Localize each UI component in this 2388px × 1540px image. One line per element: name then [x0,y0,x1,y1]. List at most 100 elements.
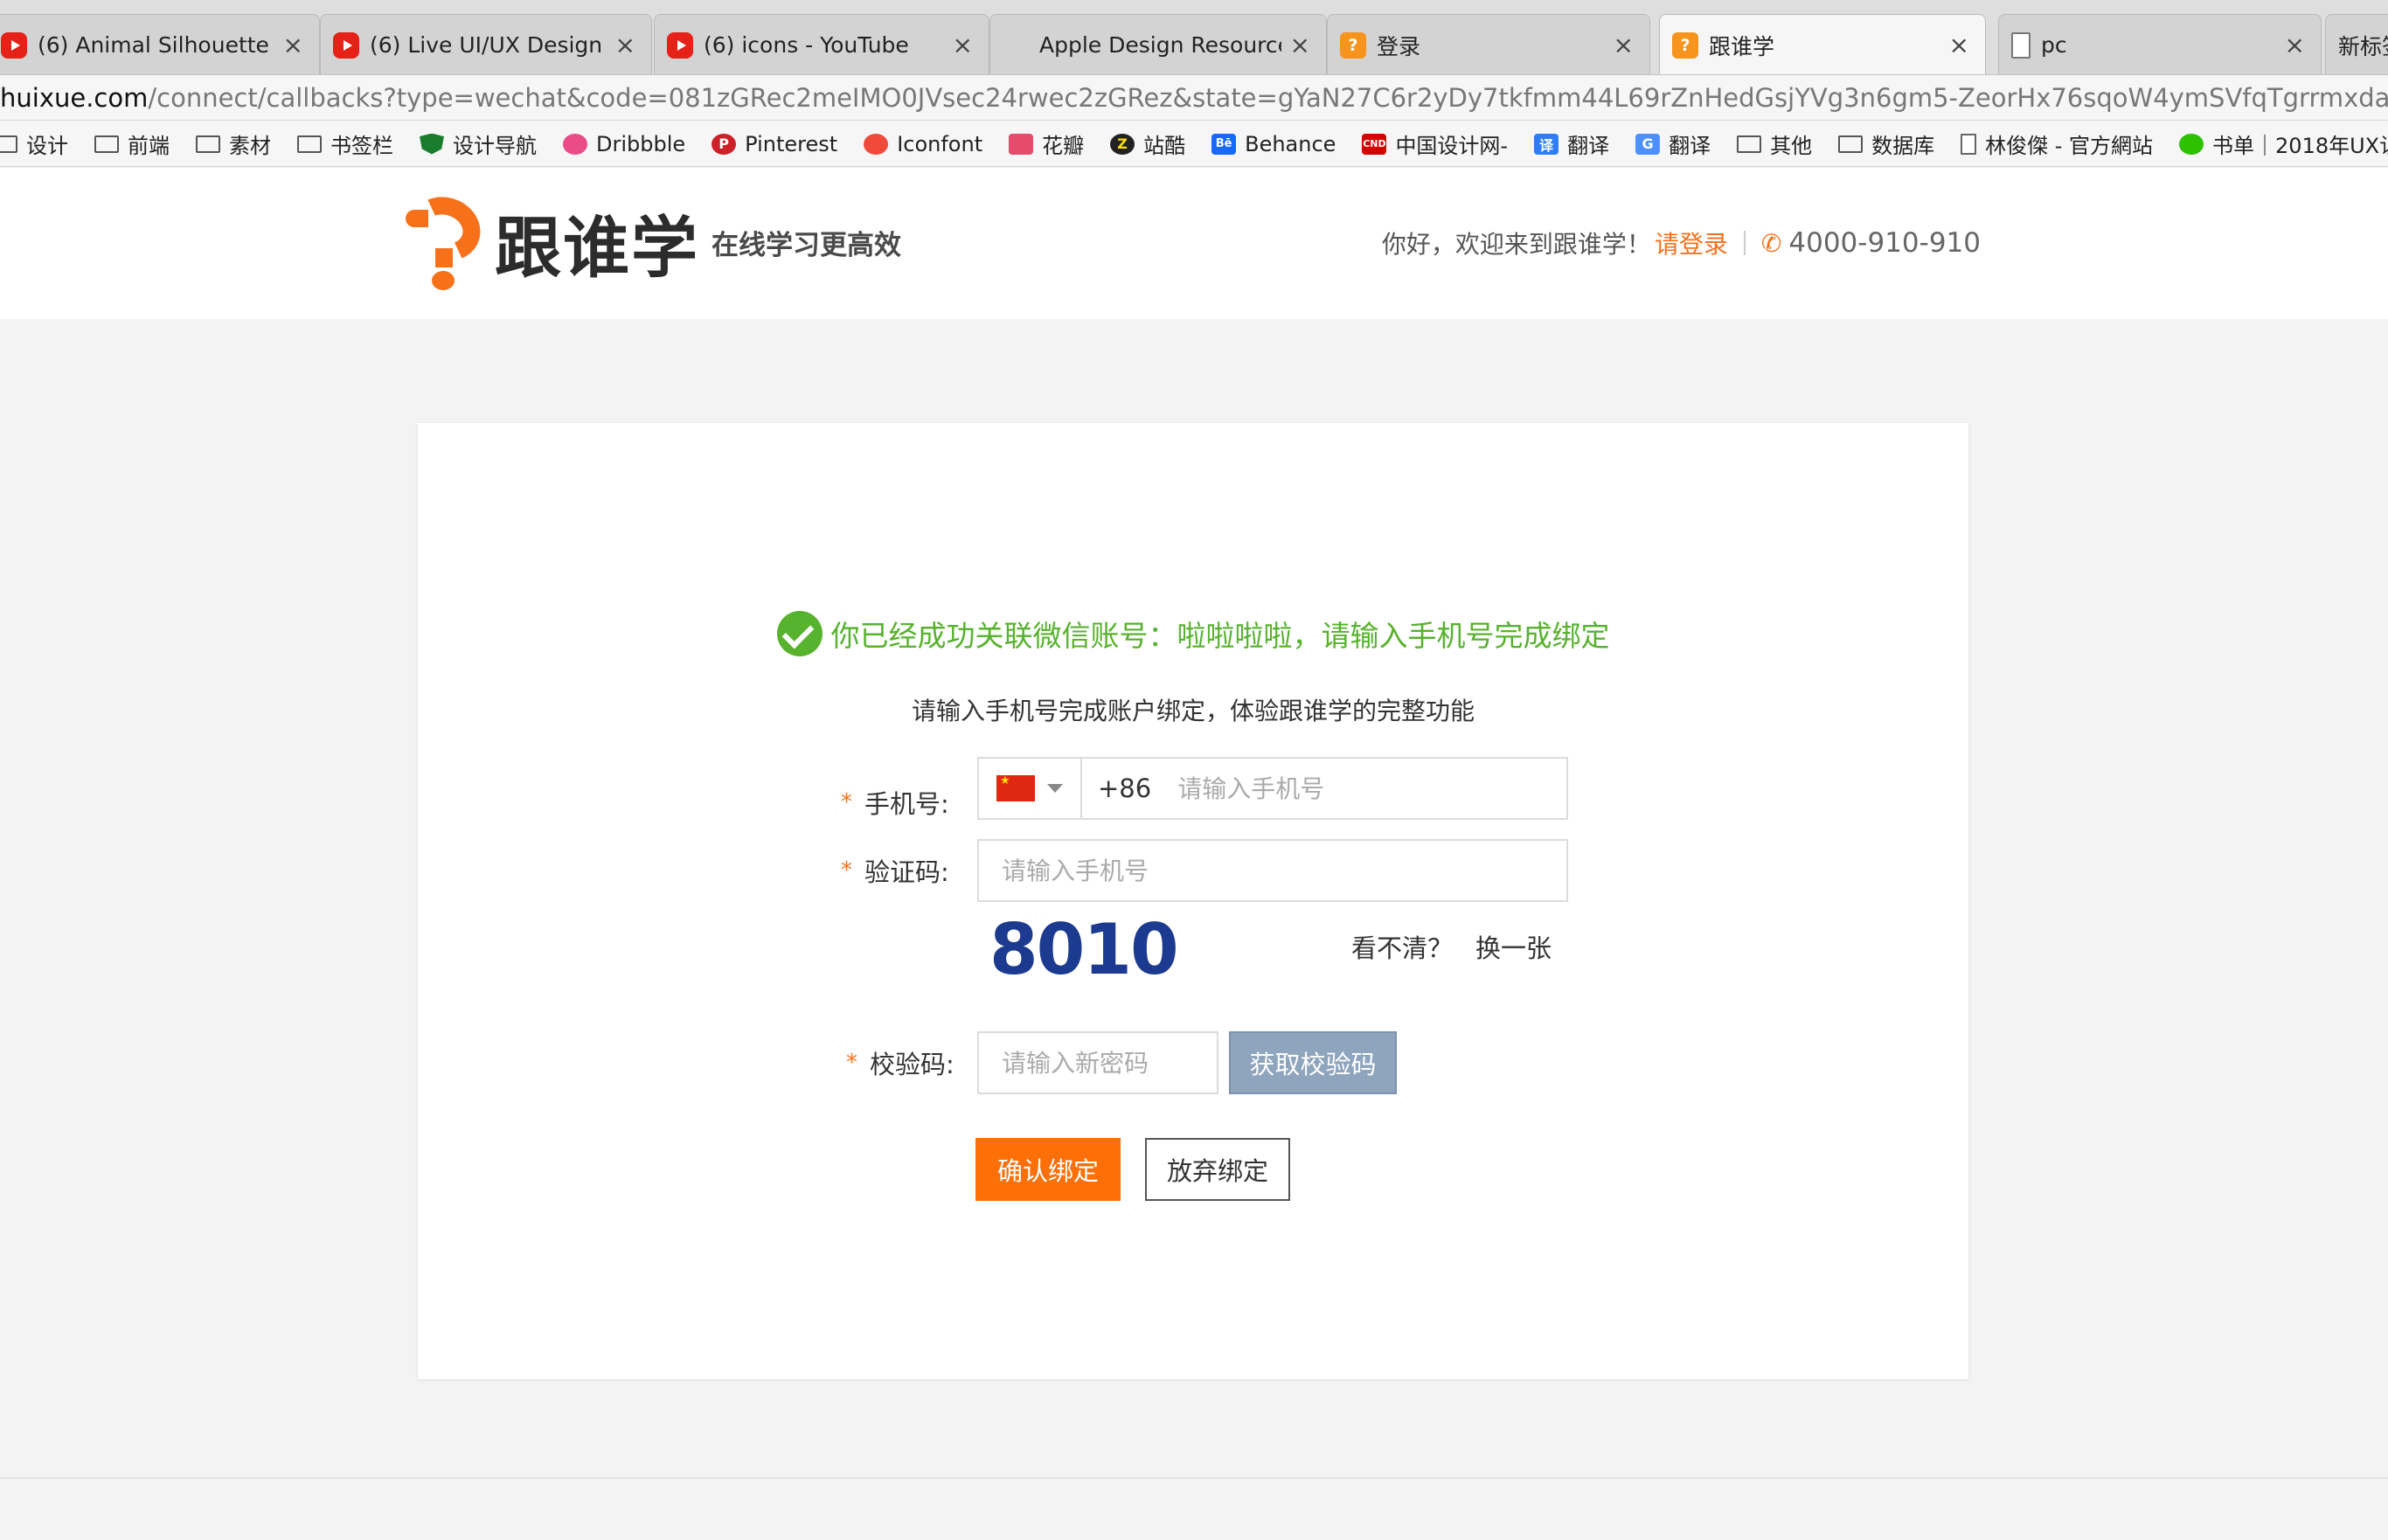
required-mark: * [841,857,852,884]
url-host: huixue.com [0,83,149,113]
apple-icon [1003,32,1029,59]
verify-code-label: * 校验码: [846,1031,955,1094]
bookmark-item[interactable]: 素材 [196,128,271,159]
folder-icon [297,135,322,153]
folder-icon [196,135,220,153]
bookmark-item[interactable]: 花瓣 [1009,128,1084,159]
captcha-image[interactable]: 8010 [989,909,1179,990]
browser-tab[interactable]: 新标签 [2325,14,2388,74]
close-icon[interactable]: × [615,31,635,59]
captcha-label-text: 验证码: [864,857,949,887]
bookmark-item[interactable]: Z 站酷 [1110,128,1185,159]
bookmarks-bar: 设计 前端 素材 书签栏 设计导航 Dribbble P Pinterest Ic… [0,121,2388,167]
abandon-binding-button[interactable]: 放弃绑定 [1145,1138,1290,1201]
cant-see-link[interactable]: 看不清？ [1351,928,1453,965]
china-flag-icon [996,774,1035,801]
youtube-icon [667,31,693,59]
browser-tab[interactable]: ? 登录 × [1327,14,1650,74]
tab-title: 新标签 [2338,33,2388,59]
browser-tab-active[interactable]: ? 跟谁学 × [1659,14,1986,74]
close-icon[interactable]: × [1949,31,1969,59]
tab-title: (6) icons - YouTube [704,32,909,58]
bookmark-item[interactable]: 数据库 [1838,128,1934,159]
captcha-text: 8010 [989,908,1179,990]
bookmark-label: 翻译 [1669,134,1711,158]
bookmark-item[interactable]: 设计 [0,128,68,159]
browser-tab[interactable]: (6) icons - YouTube × [654,14,989,74]
iconfont-icon [864,133,889,155]
browser-tab-bar: (6) Animal Silhouette Mo × (6) Live UI/U… [0,0,2388,75]
bookmark-item[interactable]: 设计导航 [420,128,537,159]
bookmark-item[interactable]: 其他 [1737,128,1812,159]
tab-title: (6) Live UI/UX Design w [370,32,607,58]
success-message: 你已经成功关联微信账号：啦啦啦啦，请输入手机号完成绑定 [830,619,1610,653]
tab-title: pc [2041,32,2067,58]
browser-tab[interactable]: (6) Live UI/UX Design w × [320,14,652,74]
header-user-area: 你好，欢迎来到跟谁学！ 请登录 ✆ 4000-910-910 [1382,225,1981,260]
divider [1743,231,1746,255]
bookmark-item[interactable]: Iconfont [864,132,982,156]
bookmark-item[interactable]: CND 中国设计网- [1362,128,1508,159]
greeting-text: 你好，欢迎来到跟谁学！ [1381,230,1651,259]
bookmark-item[interactable]: 林俊傑 - 官方網站 [1961,128,2153,159]
captcha-input[interactable] [979,841,1566,900]
wechat-icon [2179,133,2204,155]
site-logo[interactable]: 跟谁学 在线学习更高效 [400,187,901,290]
phone-icon: ✆ [1760,228,1782,258]
logo-slogan: 在线学习更高效 [712,229,901,261]
captcha-label: * 验证码: [841,839,949,902]
google-translate-icon: G [1635,133,1661,155]
bookmark-label: Behance [1245,131,1336,156]
bookmark-label: 书签栏 [330,134,393,158]
bookmark-label: 设计导航 [453,134,537,158]
bookmark-label: 其他 [1770,134,1813,158]
browser-tab[interactable]: (6) Animal Silhouette Mo × [0,14,320,74]
verify-code-field [977,1031,1218,1094]
get-verify-code-button[interactable]: 获取校验码 [1229,1031,1397,1094]
bookmark-item[interactable]: 译翻译 [1534,128,1609,159]
bookmark-item[interactable]: Bē Behance [1211,132,1336,156]
bookmark-item[interactable]: P Pinterest [712,132,837,156]
logo-name: 跟谁学 [495,209,699,287]
bookmark-label: Iconfont [897,131,983,156]
country-selector[interactable] [979,759,1082,818]
phone-input[interactable] [1155,759,1566,818]
required-mark: * [846,1050,857,1076]
close-icon[interactable]: × [2285,31,2305,59]
bookmark-item[interactable]: 书签栏 [297,128,393,159]
folder-icon [0,135,17,153]
youtube-icon [1,31,27,59]
close-icon[interactable]: × [1614,31,1634,59]
bookmark-item[interactable]: 前端 [94,128,170,159]
question-mark-logo-icon [400,187,489,290]
address-bar[interactable]: huixue.com/connect/callbacks?type=wechat… [0,75,2388,121]
phone-label-text: 手机号: [864,789,949,819]
tab-title: 跟谁学 [1709,33,1775,59]
page-icon [1961,133,1977,155]
change-captcha-link[interactable]: 换一张 [1475,928,1552,965]
browser-tab[interactable]: pc × [1998,14,2322,74]
genshuixue-icon: ? [1672,31,1698,59]
bookmark-label: 花瓣 [1042,134,1085,158]
browser-tab[interactable]: Apple Design Resources × [989,14,1327,74]
site-header: 跟谁学 在线学习更高效 你好，欢迎来到跟谁学！ 请登录 ✆ 4000-910-9… [0,168,2388,319]
chevron-down-icon [1047,784,1063,793]
bookmark-item[interactable]: G 翻译 [1635,128,1711,159]
verify-code-input[interactable] [979,1033,1217,1093]
bookmark-item[interactable]: 书单｜2018年UX认... [2179,128,2388,159]
confirm-binding-button[interactable]: 确认绑定 [975,1138,1121,1201]
tab-title: 登录 [1377,33,1421,59]
bookmark-item[interactable]: Dribbble [563,132,685,156]
close-icon[interactable]: × [1290,31,1310,59]
check-circle-icon [776,611,823,656]
close-icon[interactable]: × [283,31,303,59]
login-link[interactable]: 请登录 [1655,225,1728,260]
bookmark-label: 翻译 [1567,134,1610,158]
phone-label: * 手机号: [841,771,949,834]
close-icon[interactable]: × [953,31,973,59]
dribbble-icon [563,133,587,155]
behance-icon: Bē [1211,133,1237,155]
binding-subtitle: 请输入手机号完成账户绑定，体验跟谁学的完整功能 [911,697,1475,725]
country-code: +86 [1098,773,1152,803]
bookmark-label: 设计 [26,134,68,158]
